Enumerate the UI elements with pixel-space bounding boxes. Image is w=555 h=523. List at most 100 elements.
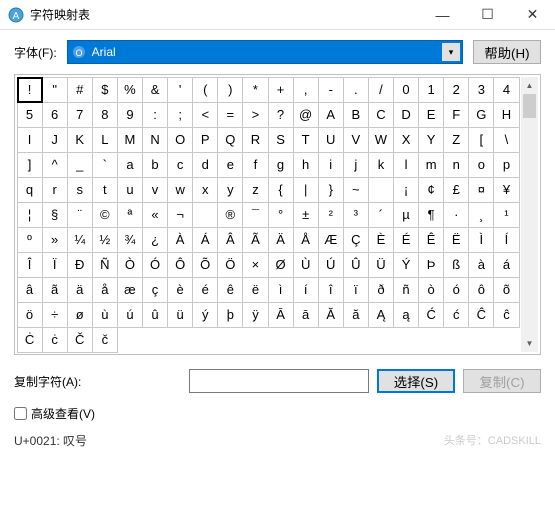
char-cell[interactable]: Ù (293, 252, 319, 278)
char-cell[interactable]: e (217, 152, 243, 178)
char-cell[interactable]: ü (167, 302, 193, 328)
char-cell[interactable]: ] (17, 152, 43, 178)
char-cell[interactable]: i (318, 152, 344, 178)
char-cell[interactable]: * (242, 77, 268, 103)
char-cell[interactable]: ! (17, 77, 43, 103)
char-cell[interactable]: g (268, 152, 294, 178)
char-cell[interactable]: Č (67, 327, 93, 353)
char-cell[interactable]: O (167, 127, 193, 153)
char-cell[interactable]: æ (117, 277, 143, 303)
char-cell[interactable]: â (17, 277, 43, 303)
char-cell[interactable]: ć (443, 302, 469, 328)
char-cell[interactable]: Ô (167, 252, 193, 278)
char-cell[interactable]: : (142, 102, 168, 128)
char-cell[interactable]: ¢ (418, 177, 444, 203)
char-cell[interactable]: Ā (268, 302, 294, 328)
char-cell[interactable]: £ (443, 177, 469, 203)
char-cell[interactable]: ¤ (468, 177, 494, 203)
char-cell[interactable]: É (393, 227, 419, 253)
char-cell[interactable]: Y (418, 127, 444, 153)
char-cell[interactable]: ¶ (418, 202, 444, 228)
char-cell[interactable]: 0 (393, 77, 419, 103)
char-cell[interactable]: » (42, 227, 68, 253)
char-cell[interactable]: F (443, 102, 469, 128)
char-cell[interactable]: ³ (343, 202, 369, 228)
char-cell[interactable]: G (468, 102, 494, 128)
char-cell[interactable]: ÿ (242, 302, 268, 328)
char-cell[interactable]: ¦ (17, 202, 43, 228)
char-cell[interactable]: Ċ (17, 327, 43, 353)
char-cell[interactable]: ã (42, 277, 68, 303)
char-cell[interactable]: c (167, 152, 193, 178)
char-cell[interactable]: N (142, 127, 168, 153)
char-cell[interactable]: ĉ (493, 302, 519, 328)
char-cell[interactable]: Ą (368, 302, 394, 328)
char-cell[interactable]: - (318, 77, 344, 103)
char-cell[interactable]: A (318, 102, 344, 128)
char-cell[interactable]: { (268, 177, 294, 203)
scroll-down-icon[interactable]: ▼ (521, 335, 538, 352)
char-cell[interactable]: ' (167, 77, 193, 103)
char-cell[interactable]: ® (217, 202, 243, 228)
char-cell[interactable]: ? (268, 102, 294, 128)
char-cell[interactable]: # (67, 77, 93, 103)
char-cell[interactable]: § (42, 202, 68, 228)
char-cell[interactable]: 3 (468, 77, 494, 103)
char-cell[interactable]: ¸ (468, 202, 494, 228)
char-cell[interactable]: Ñ (92, 252, 118, 278)
char-cell[interactable]: Å (293, 227, 319, 253)
char-cell[interactable]: f (242, 152, 268, 178)
char-cell[interactable]: û (142, 302, 168, 328)
char-cell[interactable]: ) (217, 77, 243, 103)
char-cell[interactable]: À (167, 227, 193, 253)
char-cell[interactable]: Ø (268, 252, 294, 278)
char-cell[interactable]: © (92, 202, 118, 228)
char-cell[interactable]: ; (167, 102, 193, 128)
char-cell[interactable]: M (117, 127, 143, 153)
char-cell[interactable]: < (192, 102, 218, 128)
char-cell[interactable]: Ü (368, 252, 394, 278)
char-cell[interactable]: / (368, 77, 394, 103)
char-cell[interactable]: Õ (192, 252, 218, 278)
char-cell[interactable]: ¯ (242, 202, 268, 228)
char-cell[interactable]: 1 (418, 77, 444, 103)
char-cell[interactable]: ó (443, 277, 469, 303)
char-cell[interactable]: @ (293, 102, 319, 128)
char-cell[interactable]: ä (67, 277, 93, 303)
char-cell[interactable]: D (393, 102, 419, 128)
char-cell[interactable]: Æ (318, 227, 344, 253)
char-cell[interactable]: 2 (443, 77, 469, 103)
copy-button[interactable]: 复制(C) (463, 369, 541, 393)
char-cell[interactable]: Þ (418, 252, 444, 278)
char-cell[interactable]: p (493, 152, 519, 178)
char-cell[interactable]: Ý (393, 252, 419, 278)
char-cell[interactable]: ý (192, 302, 218, 328)
char-cell[interactable]: ā (293, 302, 319, 328)
char-cell[interactable]: E (418, 102, 444, 128)
char-cell[interactable] (368, 177, 394, 203)
char-cell[interactable]: X (393, 127, 419, 153)
char-cell[interactable]: K (67, 127, 93, 153)
char-cell[interactable]: y (217, 177, 243, 203)
char-cell[interactable]: W (368, 127, 394, 153)
char-cell[interactable]: î (318, 277, 344, 303)
char-cell[interactable]: Ä (268, 227, 294, 253)
char-cell[interactable]: S (268, 127, 294, 153)
char-cell[interactable]: R (242, 127, 268, 153)
char-cell[interactable]: a (117, 152, 143, 178)
chevron-down-icon[interactable]: ▾ (442, 43, 460, 61)
char-cell[interactable]: ¥ (493, 177, 519, 203)
char-cell[interactable]: _ (67, 152, 93, 178)
char-cell[interactable]: Q (217, 127, 243, 153)
char-cell[interactable]: B (343, 102, 369, 128)
close-button[interactable]: ✕ (510, 0, 555, 30)
char-cell[interactable]: C (368, 102, 394, 128)
char-cell[interactable]: & (142, 77, 168, 103)
char-cell[interactable]: + (268, 77, 294, 103)
char-cell[interactable]: ÷ (42, 302, 68, 328)
char-cell[interactable]: ë (242, 277, 268, 303)
char-cell[interactable]: 8 (92, 102, 118, 128)
char-cell[interactable]: á (493, 252, 519, 278)
char-cell[interactable]: ¿ (142, 227, 168, 253)
char-cell[interactable]: Á (192, 227, 218, 253)
